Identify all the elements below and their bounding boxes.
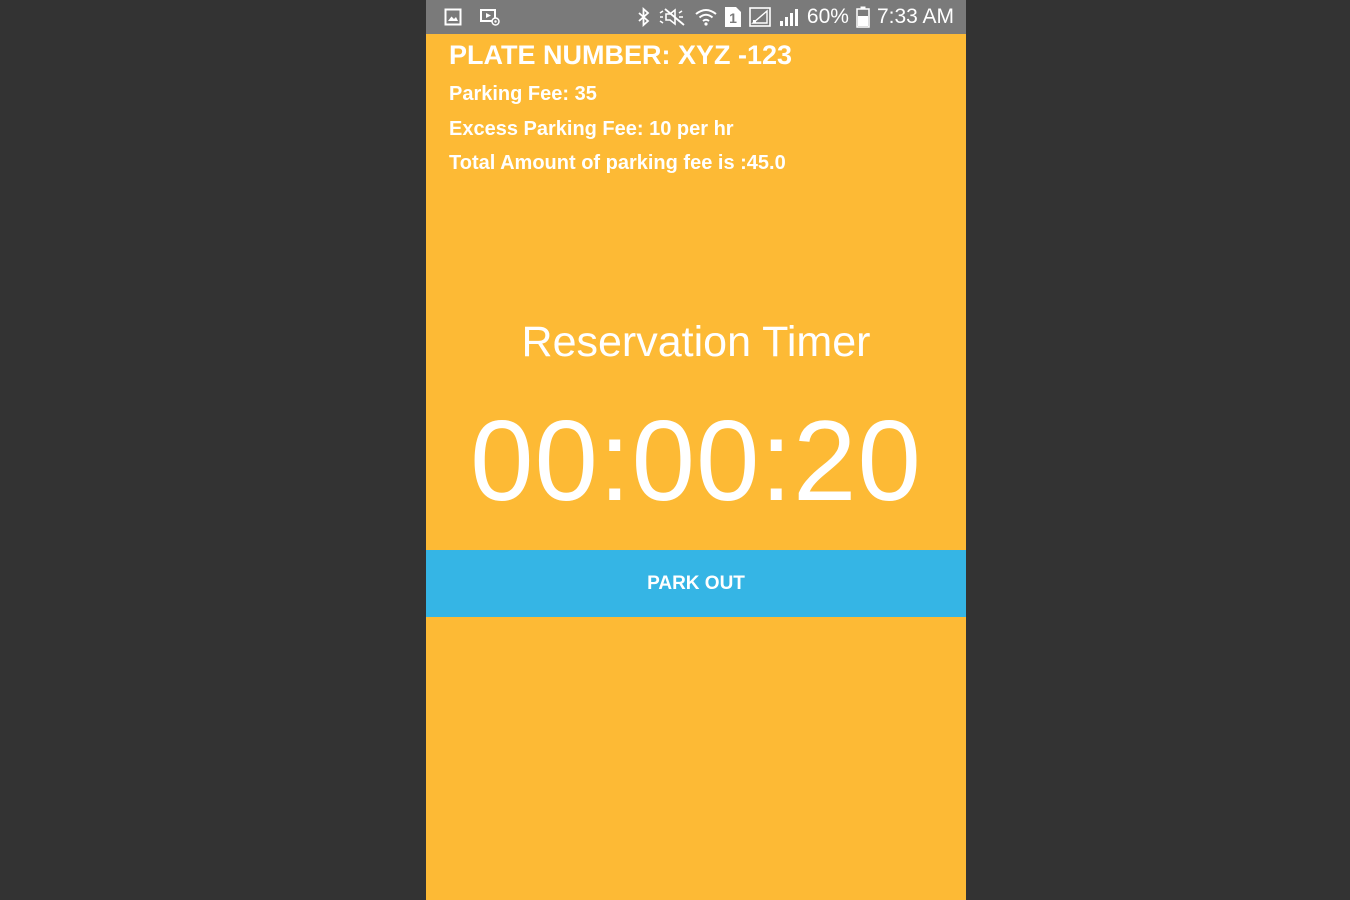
timer-value: 00:00:20	[470, 398, 922, 525]
sim-1-icon: 1	[724, 0, 742, 34]
signal-empty-icon	[749, 0, 771, 34]
mute-vibrate-icon	[658, 0, 688, 34]
page: 1 60% 7:33 AM PLATE NUMBER: XYZ -123 Par…	[0, 0, 1350, 900]
battery-percent: 60%	[806, 5, 849, 28]
battery-icon	[856, 0, 870, 34]
sim-label: 1	[729, 10, 737, 26]
status-bar-notifications	[444, 0, 500, 34]
parking-fee: Parking Fee: 35	[449, 83, 597, 105]
screencast-icon	[480, 0, 500, 34]
excess-parking-fee: Excess Parking Fee: 10 per hr	[449, 118, 734, 140]
clock: 7:33 AM	[876, 5, 954, 28]
status-bar: 1 60% 7:33 AM	[426, 0, 966, 34]
total-parking-fee: Total Amount of parking fee is :45.0	[449, 152, 786, 174]
timer-label: Reservation Timer	[521, 318, 871, 366]
phone-screen: 1 60% 7:33 AM PLATE NUMBER: XYZ -123 Par…	[426, 0, 966, 900]
image-icon	[444, 0, 462, 34]
signal-icon	[778, 0, 800, 34]
bluetooth-icon	[637, 0, 651, 34]
status-bar-system: 1 60% 7:33 AM	[637, 0, 954, 34]
wifi-icon	[695, 0, 717, 34]
park-out-button[interactable]: PARK OUT	[426, 550, 966, 617]
plate-number: PLATE NUMBER: XYZ -123	[449, 40, 793, 70]
